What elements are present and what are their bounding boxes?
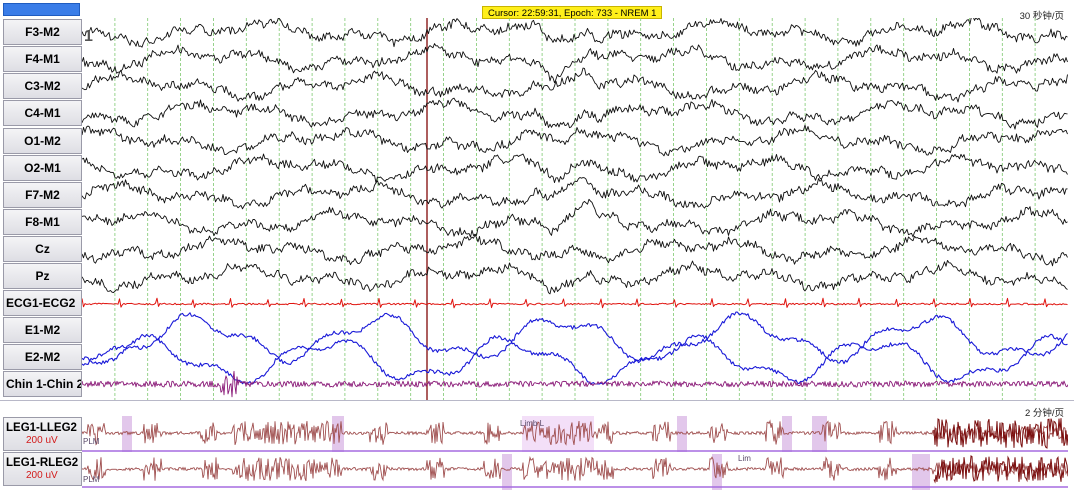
lleg-name: LEG1-LLEG2	[6, 422, 77, 434]
channel-label-f3-m2[interactable]: F3-M2	[3, 19, 82, 45]
channel-label-f4-m1[interactable]: F4-M1	[3, 46, 82, 72]
epoch-marker: 1	[84, 28, 93, 45]
channel-label-lleg[interactable]: LEG1-LLEG2 200 uV	[3, 417, 82, 451]
signal-traces-area[interactable]	[82, 18, 1068, 400]
limb-event-label-2[interactable]: Lim	[738, 454, 751, 463]
psg-viewer: Cursor: 22:59:31, Epoch: 733 - NREM 1 30…	[0, 0, 1074, 494]
channel-label-pz[interactable]: Pz	[3, 263, 82, 289]
eeg-trace-f3-m2	[82, 18, 1068, 48]
leg-label-column: LEG1-LLEG2 200 uV LEG1-RLEG2 200 uV	[3, 414, 82, 494]
lleg-gain: 200 uV	[26, 435, 58, 446]
plm-label-right[interactable]: PLM	[83, 475, 99, 484]
channel-header-tab[interactable]	[3, 3, 80, 16]
limb-event-block[interactable]	[912, 454, 930, 490]
leg-traces-area[interactable]	[82, 414, 1068, 494]
channel-label-rleg[interactable]: LEG1-RLEG2 200 uV	[3, 452, 82, 486]
rleg-gain: 200 uV	[26, 470, 58, 481]
top-header: Cursor: 22:59:31, Epoch: 733 - NREM 1	[0, 0, 1074, 19]
limb-event-label[interactable]: Limb L	[520, 419, 544, 428]
channel-label-cz[interactable]: Cz	[3, 236, 82, 262]
limb-event-block[interactable]	[502, 454, 512, 490]
plm-label-left[interactable]: PLM	[83, 437, 99, 446]
channel-label-c4-m1[interactable]: C4-M1	[3, 100, 82, 126]
channel-label-o2-m1[interactable]: O2-M1	[3, 155, 82, 181]
channel-label-e2-m2[interactable]: E2-M2	[3, 344, 82, 370]
channel-label-f7-m2[interactable]: F7-M2	[3, 182, 82, 208]
channel-label-chin[interactable]: Chin 1-Chin 2	[3, 371, 82, 397]
channel-label-e1-m2[interactable]: E1-M2	[3, 317, 82, 343]
channel-label-ecg[interactable]: ECG1-ECG2	[3, 290, 82, 316]
rleg-name: LEG1-RLEG2	[6, 457, 79, 469]
channel-label-f8-m1[interactable]: F8-M1	[3, 209, 82, 235]
channel-label-o1-m2[interactable]: O1-M2	[3, 128, 82, 154]
lleg-trace-end	[933, 418, 1068, 449]
channel-label-c3-m2[interactable]: C3-M2	[3, 73, 82, 99]
panel-divider	[0, 400, 1074, 401]
